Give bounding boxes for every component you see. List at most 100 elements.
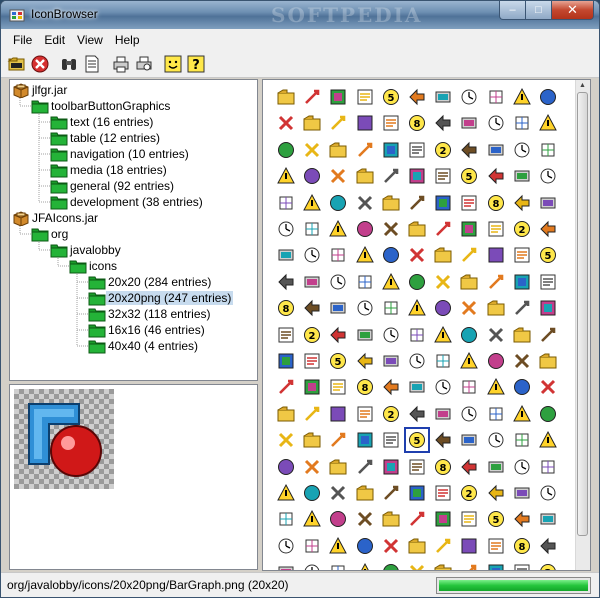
minimize-button[interactable]: – (499, 1, 525, 20)
icon-grid-cell[interactable] (430, 190, 456, 216)
tree-node[interactable]: general (92 entries) (50, 178, 176, 194)
icon-grid-cell[interactable] (299, 269, 325, 295)
icon-grid-cell[interactable] (378, 295, 404, 321)
icon-grid-cell[interactable] (430, 533, 456, 559)
icon-grid-cell[interactable] (535, 163, 561, 189)
icon-grid-cell[interactable]: 8 (352, 374, 378, 400)
icon-grid-cell[interactable] (378, 506, 404, 532)
icon-grid-cell[interactable] (378, 427, 404, 453)
icon-grid-cell[interactable] (299, 559, 325, 570)
icon-grid-cell[interactable] (483, 216, 509, 242)
icon-grid-cell[interactable] (404, 137, 430, 163)
icon-grid-cell[interactable] (483, 401, 509, 427)
icon-grid-cell[interactable] (352, 506, 378, 532)
icon-grid-cell[interactable] (535, 269, 561, 295)
open-button[interactable] (5, 53, 28, 75)
icon-grid-cell[interactable] (404, 348, 430, 374)
icon-grid-cell[interactable] (483, 533, 509, 559)
icon-grid-cell[interactable] (430, 242, 456, 268)
icon-grid-cell[interactable] (378, 163, 404, 189)
icon-grid-cell[interactable] (325, 216, 351, 242)
icon-grid-cell[interactable] (378, 137, 404, 163)
icon-grid-cell[interactable] (483, 84, 509, 110)
icon-grid-cell[interactable] (378, 242, 404, 268)
icon-grid-cell[interactable] (352, 559, 378, 570)
icon-grid-cell[interactable] (456, 533, 482, 559)
icon-grid-cell[interactable] (509, 480, 535, 506)
icon-grid-cell[interactable] (430, 84, 456, 110)
icon-grid-cell[interactable] (378, 322, 404, 348)
icon-grid-cell[interactable] (299, 480, 325, 506)
icon-grid-cell[interactable] (404, 242, 430, 268)
icon-grid-cell[interactable] (430, 163, 456, 189)
icon-grid-cell[interactable] (509, 454, 535, 480)
icon-grid-cell[interactable] (456, 322, 482, 348)
icon-grid-cell[interactable] (378, 533, 404, 559)
icon-grid-cell[interactable] (299, 374, 325, 400)
icon-grid-cell[interactable] (483, 559, 509, 570)
icon-grid-cell[interactable] (456, 84, 482, 110)
icon-grid-cell[interactable] (273, 427, 299, 453)
icon-grid-cell[interactable] (299, 242, 325, 268)
icon-grid-cell[interactable] (535, 190, 561, 216)
icon-grid-cell[interactable]: 2 (456, 480, 482, 506)
icon-grid-cell[interactable] (535, 454, 561, 480)
help-button[interactable]: ? (184, 53, 207, 75)
icon-grid-cell[interactable] (273, 216, 299, 242)
icon-grid-cell[interactable] (404, 322, 430, 348)
menu-file[interactable]: File (7, 33, 38, 47)
icon-grid-cell[interactable] (273, 84, 299, 110)
icon-grid-cell[interactable] (325, 190, 351, 216)
icon-grid-cell[interactable] (535, 295, 561, 321)
icon-grid-cell[interactable]: 2 (509, 216, 535, 242)
icon-grid-cell[interactable] (535, 322, 561, 348)
icon-grid-cell[interactable] (378, 454, 404, 480)
icon-grid-cell[interactable] (325, 559, 351, 570)
icon-grid-cell[interactable] (378, 190, 404, 216)
icon-grid-cell[interactable] (325, 295, 351, 321)
document-button[interactable] (80, 53, 103, 75)
icon-grid-cell[interactable] (404, 480, 430, 506)
icon-grid-cell[interactable] (404, 559, 430, 570)
icon-grid-cell[interactable] (352, 242, 378, 268)
icon-grid-cell[interactable] (404, 506, 430, 532)
icon-grid-cell[interactable] (352, 401, 378, 427)
icon-grid-cell[interactable]: 5 (483, 506, 509, 532)
icon-grid-cell[interactable] (378, 216, 404, 242)
icon-grid-cell[interactable]: 5 (456, 163, 482, 189)
icon-grid-cell[interactable]: 8 (430, 454, 456, 480)
icon-grid-cell[interactable] (352, 454, 378, 480)
icon-grid-cell[interactable] (378, 559, 404, 570)
icon-grid-cell[interactable] (273, 480, 299, 506)
icon-grid-cell[interactable] (273, 374, 299, 400)
icon-grid-cell[interactable]: 5 (378, 84, 404, 110)
icon-grid-cell[interactable]: 2 (299, 322, 325, 348)
tree-node[interactable]: org (31, 226, 70, 242)
icon-grid-cell[interactable] (325, 242, 351, 268)
icon-grid-cell[interactable]: 8 (509, 533, 535, 559)
icon-grid-cell[interactable] (273, 322, 299, 348)
icon-grid-cell[interactable]: 8 (404, 110, 430, 136)
icon-grid-cell[interactable] (430, 348, 456, 374)
icon-grid-cell[interactable] (456, 401, 482, 427)
icon-grid-cell[interactable] (273, 190, 299, 216)
icon-grid-cell[interactable] (509, 295, 535, 321)
icon-grid-cell[interactable] (535, 533, 561, 559)
icon-grid-cell[interactable] (325, 533, 351, 559)
icon-grid-cell[interactable] (483, 242, 509, 268)
icon-grid-cell[interactable] (509, 269, 535, 295)
icon-grid-cell[interactable] (456, 374, 482, 400)
icon-grid-cell[interactable] (535, 84, 561, 110)
icon-grid-cell[interactable] (352, 427, 378, 453)
icon-grid-cell[interactable] (273, 506, 299, 532)
icon-grid-cell[interactable] (325, 374, 351, 400)
icon-grid-cell[interactable] (483, 322, 509, 348)
icon-grid-cell[interactable] (273, 401, 299, 427)
menu-edit[interactable]: Edit (38, 33, 71, 47)
icon-grid-cell[interactable] (535, 374, 561, 400)
icon-grid-cell[interactable] (430, 559, 456, 570)
icon-grid-cell[interactable] (325, 401, 351, 427)
icon-grid-cell[interactable] (352, 137, 378, 163)
icon-grid-cell[interactable] (430, 269, 456, 295)
icon-grid-cell[interactable] (404, 533, 430, 559)
